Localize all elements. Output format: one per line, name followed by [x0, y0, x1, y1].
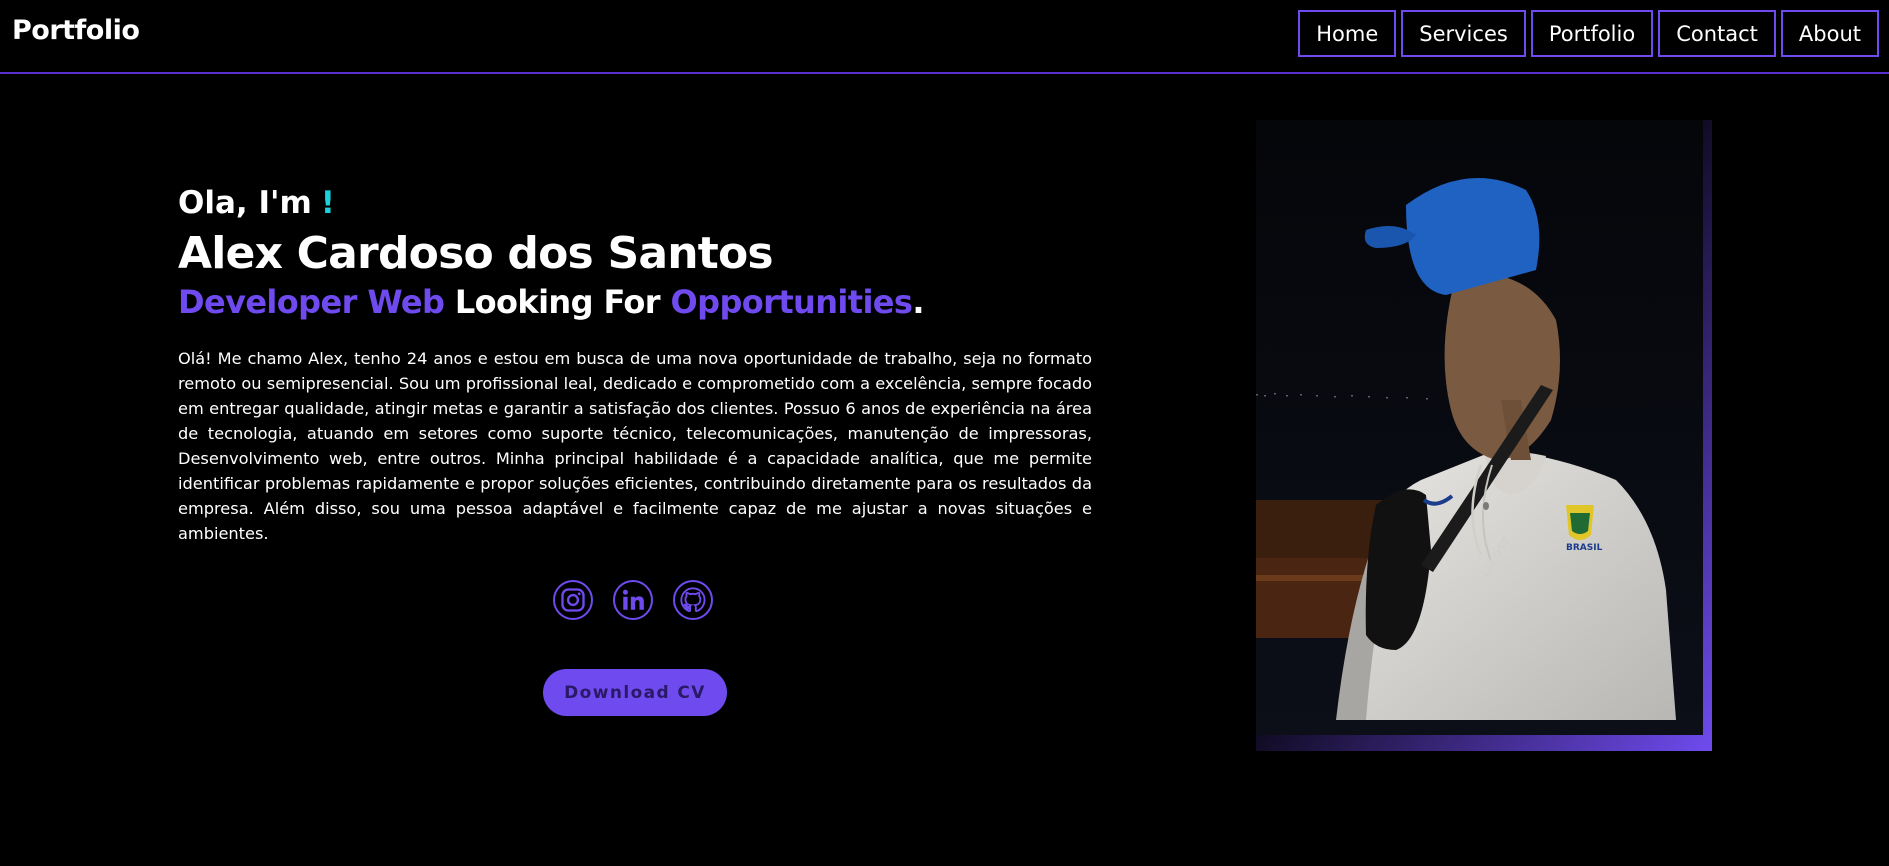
- hero-tagline: Developer Web Looking For Opportunities.: [178, 282, 1092, 324]
- shirt-text: BRASIL: [1566, 543, 1603, 553]
- hero-bio: Olá! Me chamo Alex, tenho 24 anos e esto…: [178, 348, 1092, 544]
- social-links: [553, 580, 713, 620]
- tagline-role: Developer Web: [178, 282, 445, 321]
- greeting: Ola, I'm !: [178, 180, 1092, 226]
- linkedin-link[interactable]: [613, 580, 653, 620]
- site-logo[interactable]: Portfolio: [12, 15, 140, 46]
- nav-contact[interactable]: Contact: [1658, 10, 1776, 57]
- tagline-middle: Looking For: [444, 282, 671, 321]
- greeting-text: Ola, I'm: [178, 185, 312, 221]
- nav-about[interactable]: About: [1780, 10, 1879, 57]
- site-header: Portfolio Home Services Portfolio Contac…: [0, 0, 1889, 74]
- tagline-goal: Opportunities: [670, 282, 913, 321]
- nav-home[interactable]: Home: [1298, 10, 1397, 57]
- download-cv-button[interactable]: Download CV: [543, 669, 727, 716]
- profile-photo-illustration: BRASIL LACOST: [1256, 120, 1703, 735]
- nav-portfolio[interactable]: Portfolio: [1530, 10, 1654, 57]
- hero-name: Alex Cardoso dos Santos: [178, 228, 774, 279]
- instagram-icon: [561, 588, 585, 612]
- github-link[interactable]: [673, 580, 713, 620]
- main-nav: Home Services Portfolio Contact About: [1298, 10, 1879, 57]
- nav-services[interactable]: Services: [1401, 10, 1526, 57]
- hero-intro: Ola, I'm ! Alex Cardoso dos Santos Devel…: [178, 180, 1092, 546]
- tagline-end: .: [912, 282, 924, 321]
- instagram-link[interactable]: [553, 580, 593, 620]
- greeting-mark: !: [320, 185, 335, 221]
- github-icon: [680, 587, 706, 613]
- linkedin-icon: [622, 589, 644, 610]
- profile-photo: BRASIL LACOST: [1256, 120, 1703, 735]
